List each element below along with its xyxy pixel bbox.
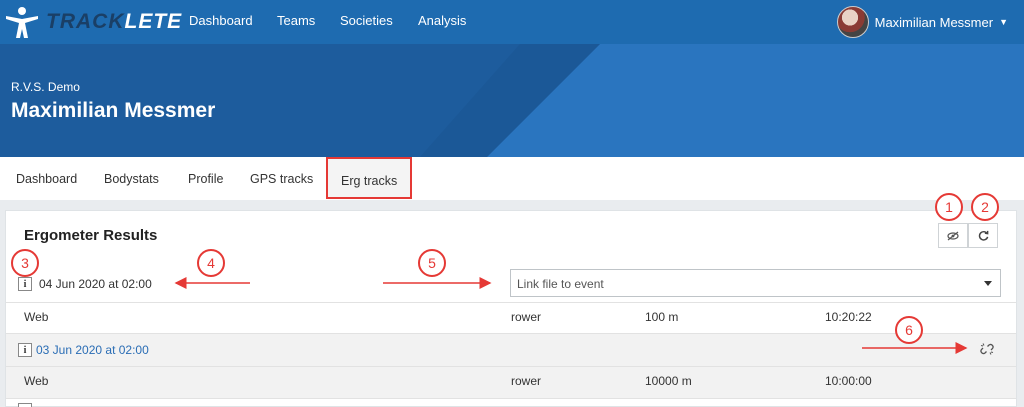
caret-down-icon: ▼ — [999, 17, 1008, 27]
tab-bodystats[interactable]: Bodystats — [104, 172, 159, 186]
annotation-badge-1: 1 — [935, 193, 963, 221]
tab-dashboard[interactable]: Dashboard — [16, 172, 77, 186]
club-name: R.V.S. Demo — [11, 80, 80, 94]
annotation-badge-5: 5 — [418, 249, 446, 277]
annotation-badge-2: 2 — [971, 193, 999, 221]
annotation-badge-4: 4 — [197, 249, 225, 277]
brand-wordmark: TRACKLETE — [46, 10, 183, 33]
result-distance: 100 m — [645, 310, 679, 324]
annotation-badge-6: 6 — [895, 316, 923, 344]
avatar — [836, 6, 869, 38]
refresh-button[interactable] — [968, 223, 998, 248]
tab-gps-tracks[interactable]: GPS tracks — [250, 172, 313, 186]
result-source: Web — [24, 374, 49, 388]
link-event-select[interactable]: Link file to event — [510, 269, 1001, 297]
tab-profile[interactable]: Profile — [188, 172, 223, 186]
result-type: rower — [511, 310, 542, 324]
nav-societies[interactable]: Societies — [340, 13, 393, 28]
result-source: Web — [24, 310, 49, 324]
result-time: 10:20:22 — [825, 310, 872, 324]
nav-analysis[interactable]: Analysis — [418, 13, 466, 28]
row-divider — [6, 302, 1016, 303]
info-icon[interactable] — [18, 403, 32, 407]
user-menu[interactable]: Maximilian Messmer ▼ — [836, 5, 1008, 39]
nav-teams[interactable]: Teams — [277, 13, 315, 28]
annotation-badge-3: 3 — [11, 249, 39, 277]
tab-erg-tracks[interactable]: Erg tracks — [326, 157, 413, 199]
panel-title: Ergometer Results — [24, 227, 158, 244]
profile-tabs: Dashboard Bodystats Profile GPS tracks E… — [0, 157, 1024, 200]
result-date-link[interactable]: 03 Jun 2020 at 02:00 — [36, 343, 149, 357]
info-icon[interactable]: i — [18, 343, 32, 357]
result-type: rower — [511, 374, 542, 388]
result-date: 04 Jun 2020 at 02:00 — [39, 277, 152, 291]
result-distance: 10000 m — [645, 374, 692, 388]
info-icon[interactable]: i — [18, 277, 32, 291]
user-name: Maximilian Messmer — [874, 14, 994, 30]
hide-button[interactable] — [938, 223, 968, 248]
row-divider — [6, 398, 1016, 399]
top-navbar: TRACKLETE Dashboard Teams Societies Anal… — [0, 0, 1024, 44]
caret-down-icon — [984, 281, 992, 286]
refresh-icon — [978, 230, 988, 241]
row-divider — [6, 366, 1016, 367]
result-time: 10:00:00 — [825, 374, 872, 388]
logo-figure-icon — [2, 2, 42, 42]
eye-slash-icon — [947, 231, 959, 240]
brand-logo[interactable]: TRACKLETE — [0, 0, 182, 44]
unlink-icon[interactable] — [980, 342, 994, 356]
profile-header: R.V.S. Demo Maximilian Messmer — [0, 44, 1024, 157]
nav-dashboard[interactable]: Dashboard — [189, 13, 253, 28]
athlete-name: Maximilian Messmer — [11, 99, 216, 122]
select-placeholder: Link file to event — [517, 277, 604, 291]
